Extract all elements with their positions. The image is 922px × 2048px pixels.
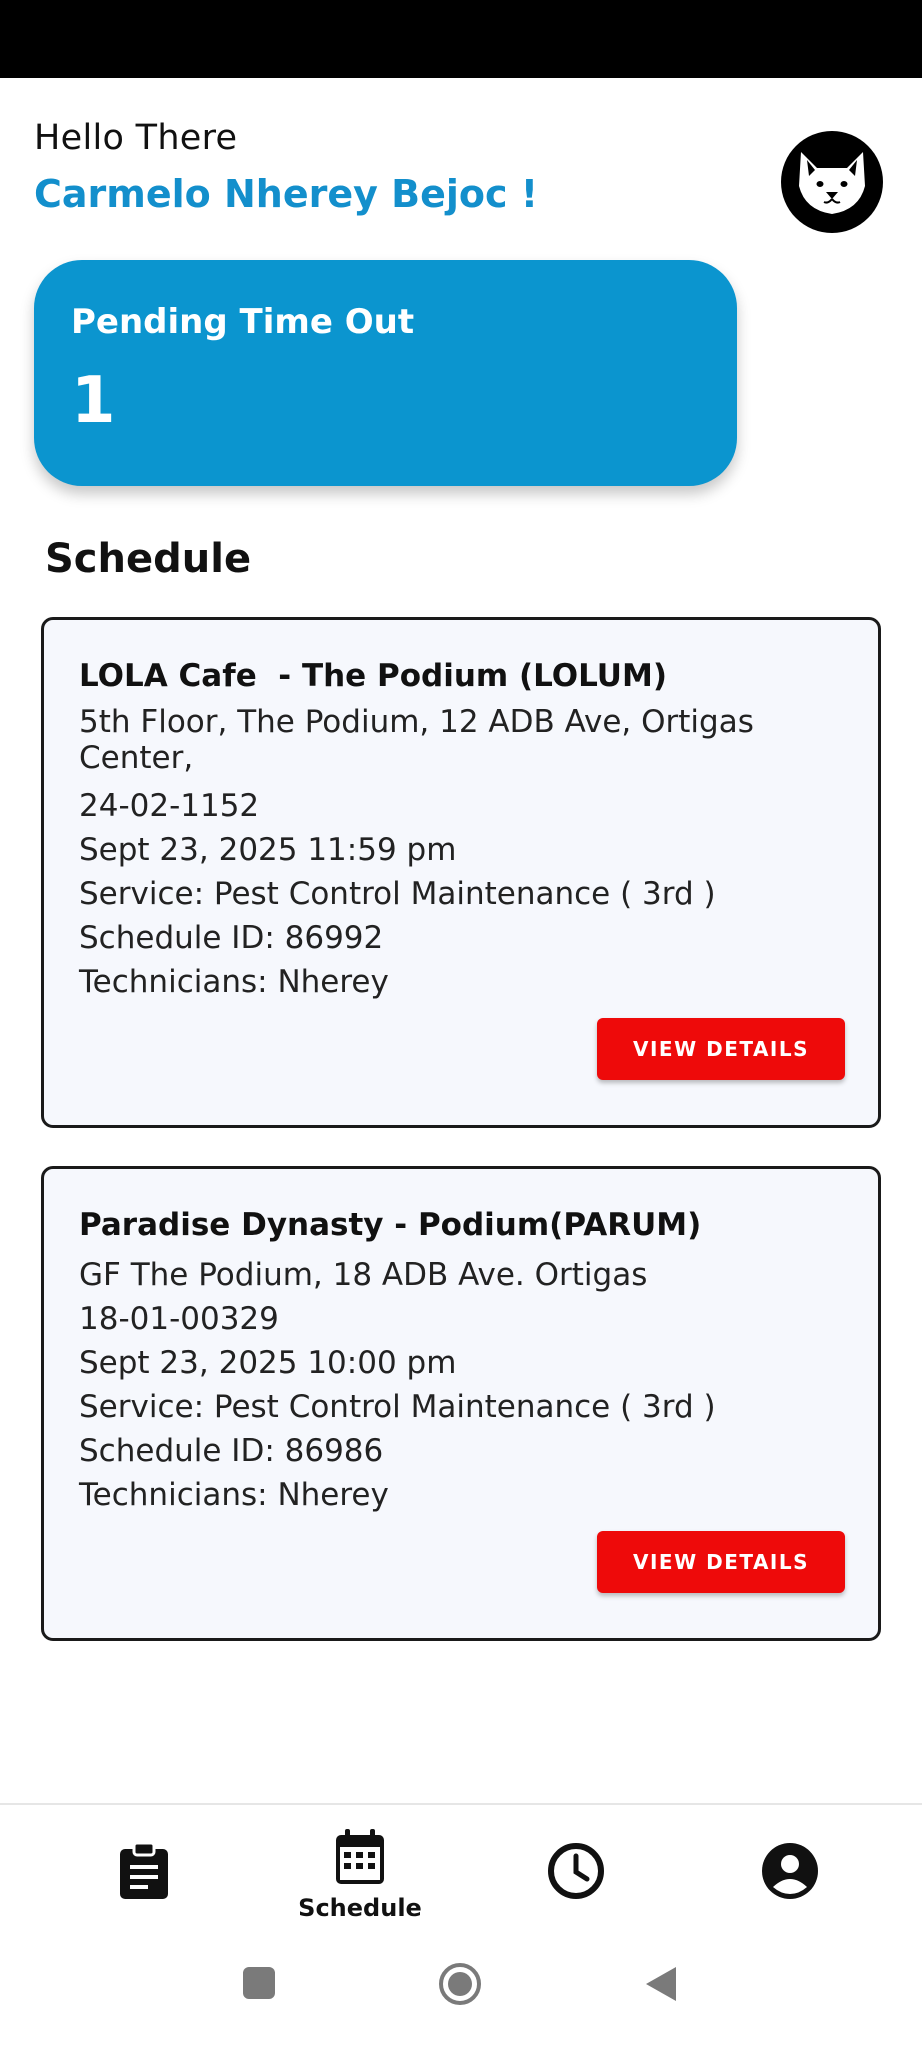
card-address: 5th Floor, The Podium, 12 ADB Ave, Ortig… (79, 704, 754, 776)
section-title: Schedule (45, 536, 252, 582)
card-technicians: Technicians: Nherey (79, 964, 389, 1000)
card-address: GF The Podium, 18 ADB Ave. Ortigas (79, 1257, 648, 1293)
greeting-text: Hello There (34, 118, 238, 158)
nav-label-schedule: Schedule (298, 1894, 422, 1922)
card-code: 24-02-1152 (79, 788, 260, 824)
view-details-button[interactable]: VIEW DETAILS (597, 1531, 845, 1593)
recent-apps-icon[interactable] (241, 1965, 277, 2001)
avatar[interactable] (781, 131, 883, 233)
card-service: Service: Pest Control Maintenance ( 3rd … (79, 876, 716, 912)
card-code: 18-01-00329 (79, 1301, 279, 1337)
card-datetime: Sept 23, 2025 10:00 pm (79, 1345, 457, 1381)
home-icon[interactable] (437, 1961, 483, 2007)
card-title: LOLA Cafe - The Podium (LOLUM) (79, 658, 668, 694)
user-name: Carmelo Nherey Bejoc ! (34, 172, 539, 216)
pending-label: Pending Time Out (71, 302, 415, 342)
bottom-nav: Schedule (0, 1803, 922, 1943)
card-title: Paradise Dynasty - Podium(PARUM) (79, 1207, 702, 1243)
calendar-icon (336, 1829, 384, 1884)
nav-item-schedule[interactable]: Schedule (260, 1805, 460, 1945)
nav-item-history[interactable] (476, 1805, 676, 1945)
pending-time-out-card[interactable]: Pending Time Out 1 (34, 260, 737, 486)
card-schedule-id: Schedule ID: 86986 (79, 1433, 384, 1469)
nav-item-profile[interactable] (690, 1805, 890, 1945)
nav-item-tasks[interactable] (44, 1805, 244, 1945)
card-schedule-id: Schedule ID: 86992 (79, 920, 384, 956)
pending-count: 1 (71, 364, 116, 438)
schedule-card: LOLA Cafe - The Podium (LOLUM) 5th Floor… (41, 617, 881, 1128)
system-nav-bar (0, 1943, 922, 2048)
card-datetime: Sept 23, 2025 11:59 pm (79, 832, 457, 868)
clipboard-icon (120, 1841, 168, 1899)
dog-face-icon (799, 152, 865, 214)
view-details-button[interactable]: VIEW DETAILS (597, 1018, 845, 1080)
back-icon[interactable] (644, 1965, 678, 2003)
clock-icon (548, 1843, 604, 1899)
card-technicians: Technicians: Nherey (79, 1477, 389, 1513)
schedule-card: Paradise Dynasty - Podium(PARUM) GF The … (41, 1166, 881, 1641)
account-circle-icon (762, 1843, 818, 1899)
status-bar (0, 0, 922, 78)
card-service: Service: Pest Control Maintenance ( 3rd … (79, 1389, 716, 1425)
